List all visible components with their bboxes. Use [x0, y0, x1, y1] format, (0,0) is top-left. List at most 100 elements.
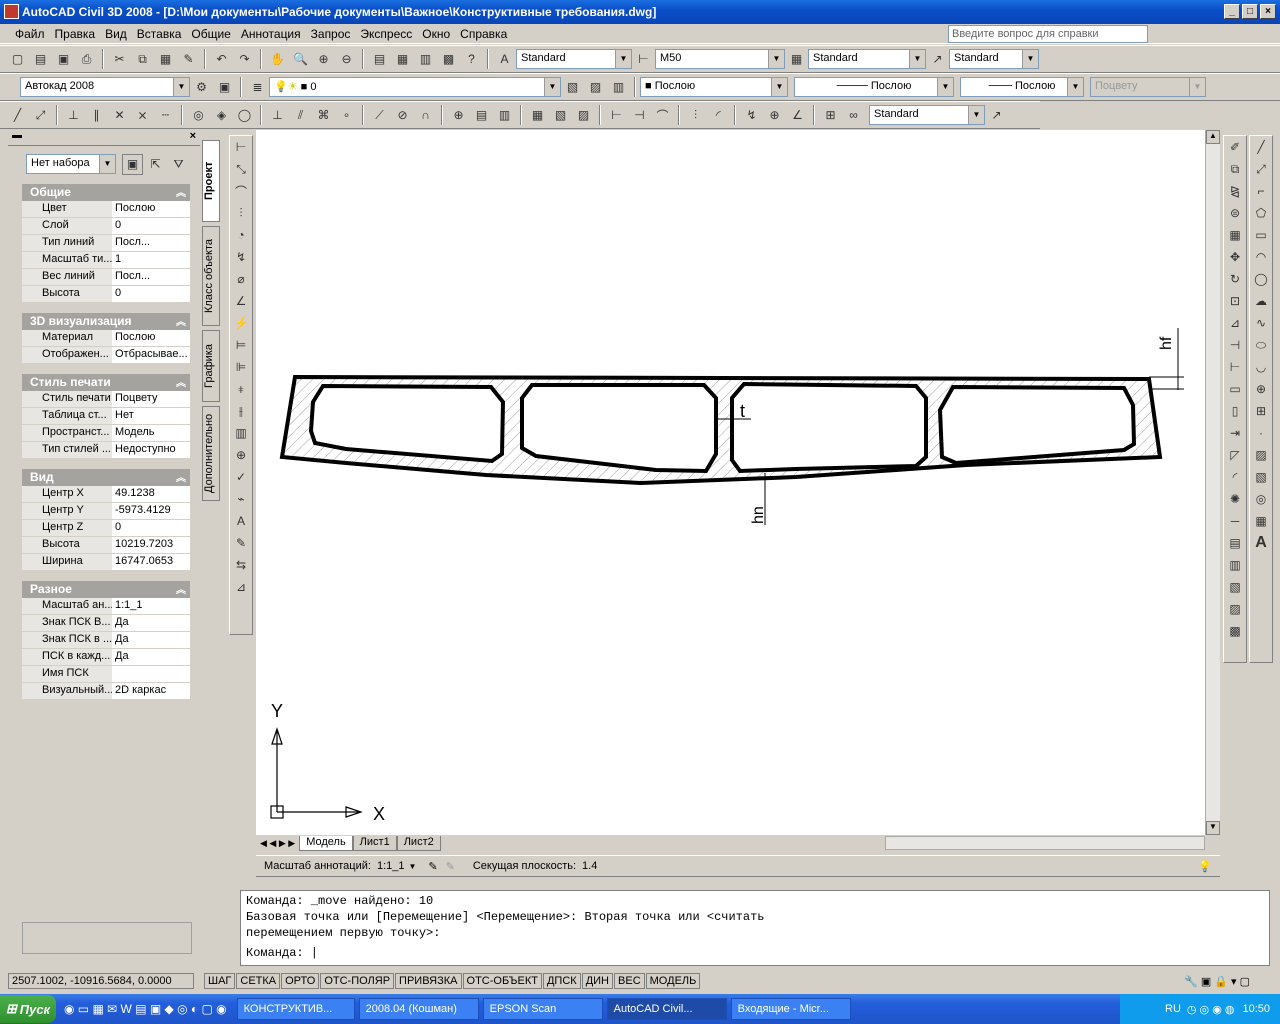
- erase-icon[interactable]: ✐: [1225, 137, 1245, 157]
- property-row[interactable]: Высота 10219.7203: [22, 537, 190, 554]
- tray-icons[interactable]: ◷ ◎ ◉ ◍: [1187, 1003, 1235, 1016]
- property-value[interactable]: 2D каркас: [112, 683, 190, 699]
- minimize-button[interactable]: _: [1224, 4, 1240, 19]
- draworder-icon[interactable]: ▤: [1225, 533, 1245, 553]
- property-row[interactable]: Таблица ст... Нет: [22, 408, 190, 425]
- mleader-style-icon[interactable]: ↗: [927, 49, 948, 70]
- paste-icon[interactable]: ▦: [155, 49, 176, 70]
- command-line[interactable]: Команда: |: [246, 945, 1264, 961]
- category-header[interactable]: Вид ︽: [22, 469, 190, 486]
- rotate-icon[interactable]: ↻: [1225, 269, 1245, 289]
- dim-baseline-v-icon[interactable]: ⊨: [231, 335, 251, 355]
- table-style-icon[interactable]: ▦: [786, 49, 807, 70]
- tangent-snap-icon[interactable]: ◯: [234, 105, 255, 126]
- redo-icon[interactable]: ↷: [234, 49, 255, 70]
- maximize-button[interactable]: □: [1242, 4, 1258, 19]
- ucs-view-icon[interactable]: ▨: [573, 105, 594, 126]
- property-value[interactable]: Посл...: [112, 235, 190, 251]
- copy-obj-icon[interactable]: ⧉: [1225, 159, 1245, 179]
- menu-edit[interactable]: Правка: [50, 27, 101, 41]
- property-value[interactable]: Послою: [112, 201, 190, 217]
- property-value[interactable]: Отбрасывае...: [112, 347, 190, 363]
- lock-ui-icon[interactable]: ▣: [214, 77, 235, 98]
- workspace-settings-icon[interactable]: ⚙: [191, 77, 212, 98]
- grid-button[interactable]: СЕТКА: [236, 973, 281, 989]
- property-value[interactable]: 1: [112, 252, 190, 268]
- extend-icon[interactable]: ⊢: [1225, 357, 1245, 377]
- nearest-snap-icon[interactable]: ⟋: [369, 105, 390, 126]
- property-value[interactable]: 0: [112, 218, 190, 234]
- quadrant-snap-icon[interactable]: ◈: [211, 105, 232, 126]
- array-icon[interactable]: ▦: [1225, 225, 1245, 245]
- collapse-chevron-icon[interactable]: ︽: [176, 581, 186, 596]
- perp-icon[interactable]: ⊥: [267, 105, 288, 126]
- menu-file[interactable]: Файл: [10, 27, 50, 41]
- menu-general[interactable]: Общие: [186, 27, 235, 41]
- tool-palettes-icon[interactable]: ▥: [415, 49, 436, 70]
- collapse-chevron-icon[interactable]: ︽: [176, 184, 186, 199]
- property-value[interactable]: 16747.0653: [112, 554, 190, 570]
- polar-button[interactable]: ОТС-ПОЛЯР: [320, 973, 395, 989]
- table-style-select[interactable]: Standard: [808, 49, 926, 69]
- property-row[interactable]: Имя ПСК: [22, 666, 190, 683]
- arc-icon[interactable]: ◠: [1251, 247, 1271, 267]
- property-row[interactable]: Слой 0: [22, 218, 190, 235]
- dim-text-edit-v-icon[interactable]: ✎: [231, 533, 251, 553]
- dim-radius-icon[interactable]: ◜: [708, 105, 729, 126]
- property-row[interactable]: Пространст... Модель: [22, 425, 190, 442]
- property-row[interactable]: Центр Y -5973.4129: [22, 503, 190, 520]
- snap-button[interactable]: ШАГ: [204, 973, 236, 989]
- property-value[interactable]: 49.1238: [112, 486, 190, 502]
- tab-object-class[interactable]: Класс объекта: [202, 226, 220, 326]
- xline-icon[interactable]: ⤢: [30, 105, 51, 126]
- category-header[interactable]: 3D визуализация ︽: [22, 313, 190, 330]
- property-row[interactable]: Тип стилей ... Недоступно: [22, 442, 190, 459]
- chamfer-icon[interactable]: ◸: [1225, 445, 1245, 465]
- property-value[interactable]: 10219.7203: [112, 537, 190, 553]
- open-icon[interactable]: ▤: [30, 49, 51, 70]
- property-row[interactable]: Центр X 49.1238: [22, 486, 190, 503]
- annot-visibility-icon[interactable]: ✎: [428, 860, 437, 873]
- ducs-button[interactable]: ДПСК: [542, 973, 581, 989]
- property-row[interactable]: Знак ПСК В... Да: [22, 615, 190, 632]
- dim-update-v-icon[interactable]: ⇆: [231, 555, 251, 575]
- copy-icon[interactable]: ⧉: [132, 49, 153, 70]
- menu-annotation[interactable]: Аннотация: [236, 27, 306, 41]
- category-header[interactable]: Разное ︽: [22, 581, 190, 598]
- dim-style-select[interactable]: M50: [655, 49, 785, 69]
- dim-style-icon[interactable]: ⊢: [633, 49, 654, 70]
- text-style-select[interactable]: Standard: [516, 49, 632, 69]
- line-icon[interactable]: ╱: [7, 105, 28, 126]
- property-row[interactable]: Отображен... Отбрасывае...: [22, 347, 190, 364]
- workspace-select[interactable]: Автокад 2008: [20, 77, 190, 97]
- dim-break-v-icon[interactable]: ⫲: [231, 401, 251, 421]
- menu-window[interactable]: Окно: [417, 27, 455, 41]
- point-icon[interactable]: ·: [1251, 423, 1271, 443]
- ellipse-icon[interactable]: ⬭: [1251, 335, 1271, 355]
- task-epson-scan[interactable]: EPSON Scan: [482, 998, 603, 1020]
- property-row[interactable]: Материал Послою: [22, 330, 190, 347]
- property-value[interactable]: Поцвету: [112, 391, 190, 407]
- mtext-icon[interactable]: A: [1251, 533, 1271, 553]
- category-header[interactable]: Общие ︽: [22, 184, 190, 201]
- dim-linear-v-icon[interactable]: ⊢: [231, 137, 251, 157]
- design-center-icon[interactable]: ▦: [392, 49, 413, 70]
- menu-insert[interactable]: Вставка: [132, 27, 187, 41]
- drawing-svg[interactable]: hf t hn Y X: [256, 130, 1205, 835]
- linetype-select[interactable]: ──── Послою: [794, 77, 954, 97]
- ucs-face-icon[interactable]: ▦: [527, 105, 548, 126]
- make-current-icon[interactable]: ▧: [562, 77, 583, 98]
- scroll-down-icon[interactable]: ▼: [1206, 821, 1220, 835]
- ucs-icon[interactable]: ⊕: [448, 105, 469, 126]
- properties-icon[interactable]: ▤: [369, 49, 390, 70]
- layer-previous-icon[interactable]: ▨: [585, 77, 606, 98]
- hatch-icon[interactable]: ▨: [1251, 445, 1271, 465]
- dim-diameter-v-icon[interactable]: ⌀: [231, 269, 251, 289]
- collapse-chevron-icon[interactable]: ︽: [176, 374, 186, 389]
- status-tray-icons[interactable]: 🔧 ▣ 🔒 ▾ ▢: [1184, 975, 1250, 988]
- construction-line-icon[interactable]: ⤢: [1251, 159, 1271, 179]
- ucs-previous-icon[interactable]: ▥: [494, 105, 515, 126]
- new-icon[interactable]: ▢: [7, 49, 28, 70]
- property-row[interactable]: Высота 0: [22, 286, 190, 303]
- tab-nav-icons[interactable]: ◀ ◀ ▶ ▶: [256, 838, 299, 849]
